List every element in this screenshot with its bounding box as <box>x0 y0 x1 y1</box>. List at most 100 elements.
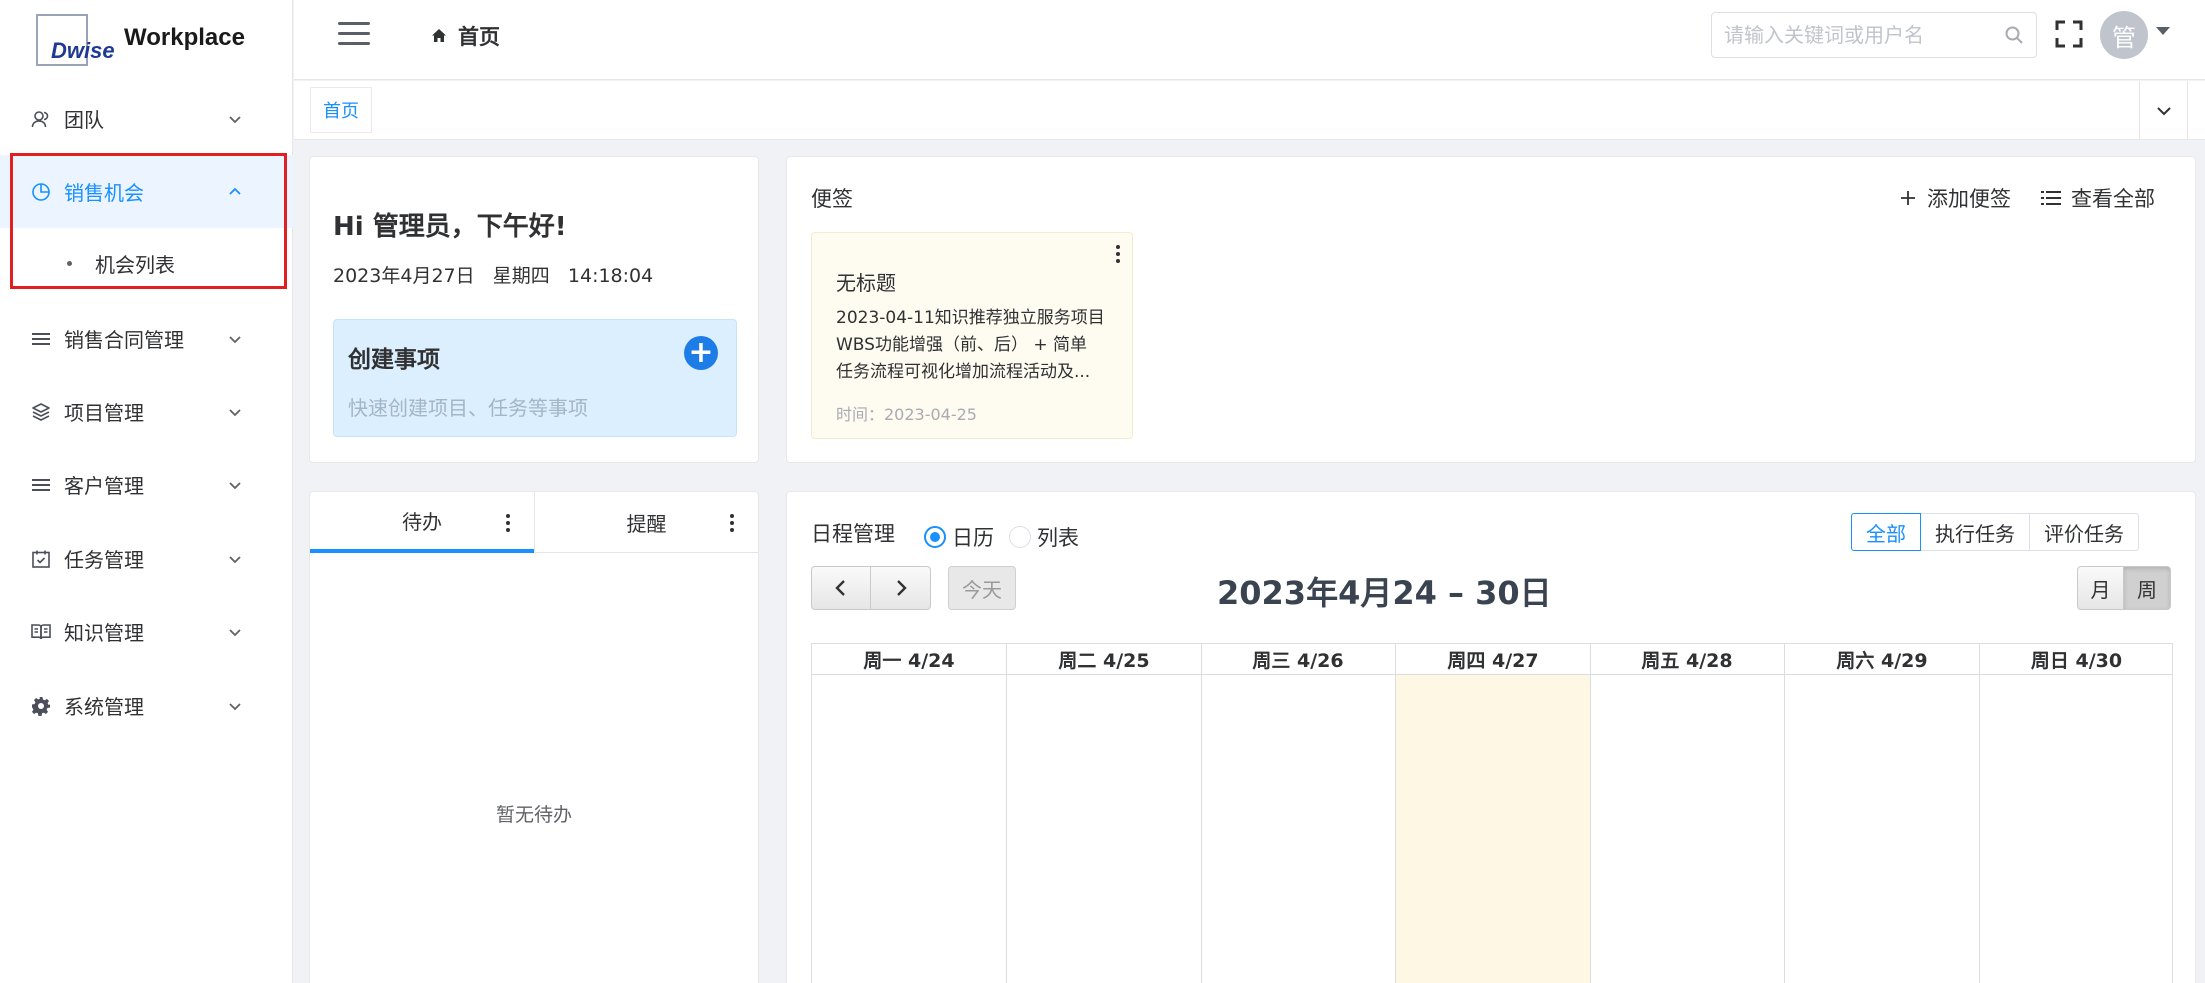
sidebar-item-label: 知识管理 <box>64 621 144 645</box>
week-view-button[interactable]: 周 <box>2124 566 2171 610</box>
notes-title: 便签 <box>811 187 853 211</box>
fullscreen-icon[interactable] <box>2055 20 2083 48</box>
view-all-notes-button[interactable]: 查看全部 <box>2041 183 2155 213</box>
filter-evaluate-button[interactable]: 评价任务 <box>2029 513 2139 551</box>
radio-calendar-view[interactable]: 日历 <box>924 522 994 552</box>
search-icon[interactable] <box>2004 25 2024 45</box>
next-week-button[interactable] <box>871 566 931 610</box>
more-vertical-icon[interactable] <box>506 514 510 534</box>
note-line: WBS功能增强（前、后） + 简单 <box>836 335 1088 355</box>
tab-reminder[interactable]: 提醒 <box>534 492 758 553</box>
book-icon <box>30 621 52 643</box>
note-line: 任务流程可视化增加流程活动及... <box>836 362 1091 382</box>
breadcrumb[interactable]: 首页 <box>430 21 500 51</box>
home-icon <box>432 29 446 42</box>
calendar-period-group: 月 周 <box>2077 566 2171 610</box>
menu-toggle-icon[interactable] <box>338 22 370 45</box>
caret-down-icon[interactable] <box>2156 27 2170 35</box>
app-name: Workplace <box>124 24 245 51</box>
calendar-day-header: 周六 4/29 <box>1836 650 1928 672</box>
note-title: 无标题 <box>836 271 896 295</box>
calendar-day-column[interactable]: 周一 4/24 <box>812 644 1007 983</box>
sidebar-item-task[interactable]: 任务管理 <box>0 522 293 595</box>
view-all-label: 查看全部 <box>2071 187 2155 211</box>
logo-mark: Dwise <box>51 38 115 63</box>
current-datetime: 2023年4月27日 星期四 14:18:04 <box>333 261 653 288</box>
calendar-day-column[interactable]: 周四 4/27 <box>1396 644 1591 983</box>
calendar-day-cell[interactable] <box>1785 675 1979 983</box>
sidebar-item-customer[interactable]: 客户管理 <box>0 448 293 521</box>
tab-todo[interactable]: 待办 <box>310 492 534 553</box>
add-note-label: 添加便签 <box>1927 187 2011 211</box>
calendar-day-cell[interactable] <box>1590 675 1784 983</box>
filter-execute-button[interactable]: 执行任务 <box>1920 513 2030 551</box>
calendar-day-column[interactable]: 周六 4/29 <box>1785 644 1980 983</box>
calendar-nav <box>811 566 931 610</box>
calendar-day-column[interactable]: 周三 4/26 <box>1201 644 1396 983</box>
calendar-day-cell[interactable] <box>1979 675 2174 983</box>
sidebar-item-label: 项目管理 <box>64 401 144 425</box>
logo[interactable]: Dwise Workplace <box>36 14 276 68</box>
calendar-day-cell[interactable] <box>1201 675 1395 983</box>
calendar-day-header: 周三 4/26 <box>1252 650 1344 672</box>
sidebar-item-label: 任务管理 <box>64 548 144 572</box>
calendar-day-column[interactable]: 周日 4/30 <box>1979 644 2174 983</box>
chevron-down-icon <box>229 702 241 710</box>
search-input[interactable] <box>1712 13 1982 57</box>
create-item-panel[interactable]: 创建事项 快速创建项目、任务等事项 + <box>333 319 737 437</box>
more-vertical-icon[interactable] <box>1116 245 1120 265</box>
chevron-right-icon <box>896 580 907 596</box>
sidebar: Dwise Workplace 团队 销售机会 机会列表 销售合同管理 项目管理 <box>0 0 293 983</box>
more-vertical-icon[interactable] <box>730 514 734 534</box>
calendar-day-column[interactable]: 周五 4/28 <box>1590 644 1785 983</box>
avatar[interactable]: 管 <box>2100 11 2148 59</box>
chevron-down-icon <box>229 408 241 416</box>
sidebar-item-team[interactable]: 团队 <box>0 82 293 155</box>
note-line: 2023-04-11知识推荐独立服务项目 <box>836 308 1105 328</box>
sidebar-item-knowledge[interactable]: 知识管理 <box>0 595 293 668</box>
month-view-button[interactable]: 月 <box>2077 566 2124 610</box>
schedule-card: 日程管理 日历 列表 全部 执行任务 评价任务 今天 2023年4月24 – 3… <box>786 491 2196 983</box>
filter-all-button[interactable]: 全部 <box>1851 513 1921 551</box>
tags-more-button[interactable] <box>2187 81 2205 140</box>
sidebar-item-label: 系统管理 <box>64 695 144 719</box>
today-button[interactable]: 今天 <box>948 566 1016 610</box>
chevron-up-icon <box>229 187 241 195</box>
sidebar-item-label: 销售机会 <box>64 181 144 205</box>
radio-checked-icon <box>924 526 946 548</box>
radio-list-view[interactable]: 列表 <box>1009 522 1079 552</box>
calendar-day-header: 周一 4/24 <box>863 650 955 672</box>
tag-home[interactable]: 首页 <box>310 87 372 133</box>
calendar-day-cell[interactable] <box>812 675 1006 983</box>
plus-icon <box>1901 191 1915 205</box>
note-item[interactable]: 无标题 2023-04-11知识推荐独立服务项目 WBS功能增强（前、后） + … <box>811 232 1133 439</box>
add-note-button[interactable]: 添加便签 <box>1899 183 2011 213</box>
calendar-day-column[interactable]: 周二 4/25 <box>1007 644 1202 983</box>
time-text: 14:18:04 <box>567 265 654 287</box>
chevron-down-icon <box>2156 106 2171 115</box>
prev-week-button[interactable] <box>811 566 871 610</box>
schedule-title: 日程管理 <box>811 522 895 546</box>
tags-dropdown[interactable] <box>2139 81 2187 140</box>
chevron-left-icon <box>835 580 845 596</box>
create-item-subtitle: 快速创建项目、任务等事项 <box>348 396 588 420</box>
sidebar-item-project[interactable]: 项目管理 <box>0 375 293 448</box>
list-icon <box>2041 191 2061 205</box>
pie-chart-icon <box>30 181 52 203</box>
sidebar-subitem-label: 机会列表 <box>95 252 175 277</box>
calendar-day-cell[interactable] <box>1007 675 1201 983</box>
sidebar-item-sales-contract[interactable]: 销售合同管理 <box>0 302 293 375</box>
sidebar-item-system[interactable]: 系统管理 <box>0 669 293 742</box>
sidebar-item-sales-opportunity[interactable]: 销售机会 <box>0 155 293 228</box>
todo-card: 待办 提醒 暂无待办 <box>309 491 759 983</box>
tab-label: 待办 <box>402 510 442 534</box>
calendar-range-title: 2023年4月24 – 30日 <box>1217 574 1552 612</box>
calendar-day-cell[interactable] <box>1396 675 1590 983</box>
sidebar-subitem-opportunity-list[interactable]: 机会列表 <box>0 228 293 298</box>
task-filter-group: 全部 执行任务 评价任务 <box>1851 513 2139 551</box>
calendar-day-header: 周四 4/27 <box>1447 650 1539 672</box>
calendar-day-header: 周日 4/30 <box>2030 650 2123 672</box>
breadcrumb-label: 首页 <box>458 25 500 49</box>
add-icon[interactable]: + <box>684 336 718 370</box>
chevron-down-icon <box>229 628 241 636</box>
